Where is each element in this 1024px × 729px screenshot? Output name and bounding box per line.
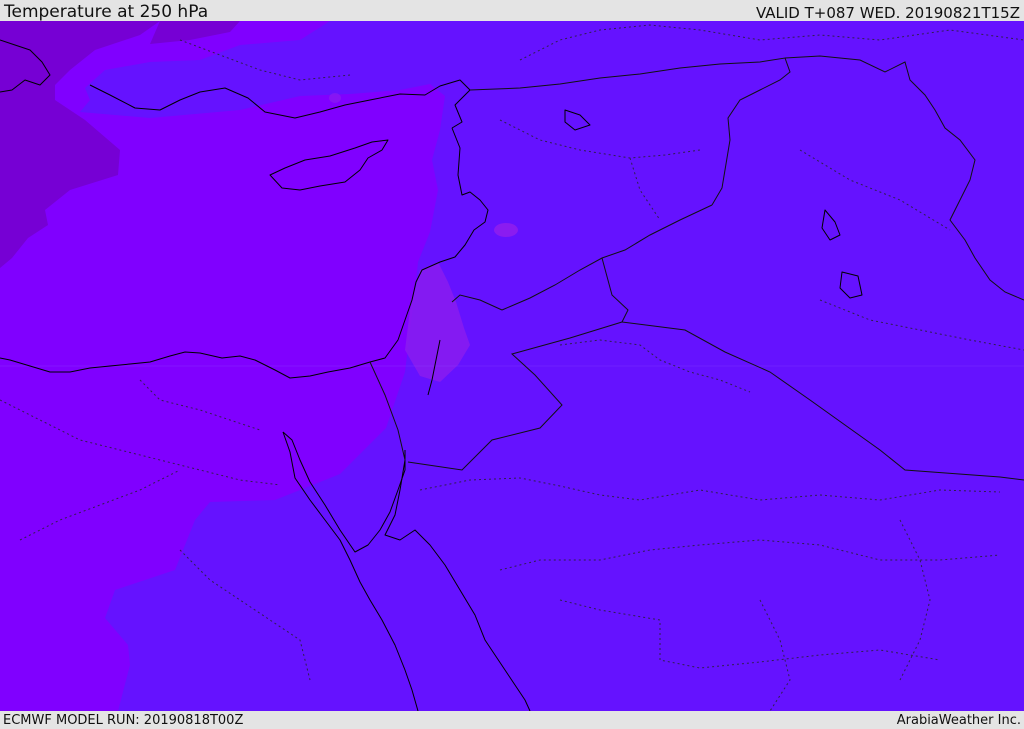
temperature-map[interactable]: [0, 21, 1024, 711]
temperature-warm-spot-north: [329, 93, 341, 103]
credit-text: ArabiaWeather Inc.: [896, 713, 1021, 728]
map-footer: ECMWF MODEL RUN: 20190818T00Z ArabiaWeat…: [0, 711, 1024, 729]
model-run: ECMWF MODEL RUN: 20190818T00Z: [3, 713, 244, 728]
temperature-warm-spot: [494, 223, 518, 237]
map-canvas: [0, 21, 1024, 711]
map-title: Temperature at 250 hPa: [4, 2, 209, 22]
valid-time: VALID T+087 WED. 20190821T15Z: [755, 4, 1020, 22]
map-header: Temperature at 250 hPa VALID T+087 WED. …: [0, 0, 1024, 21]
